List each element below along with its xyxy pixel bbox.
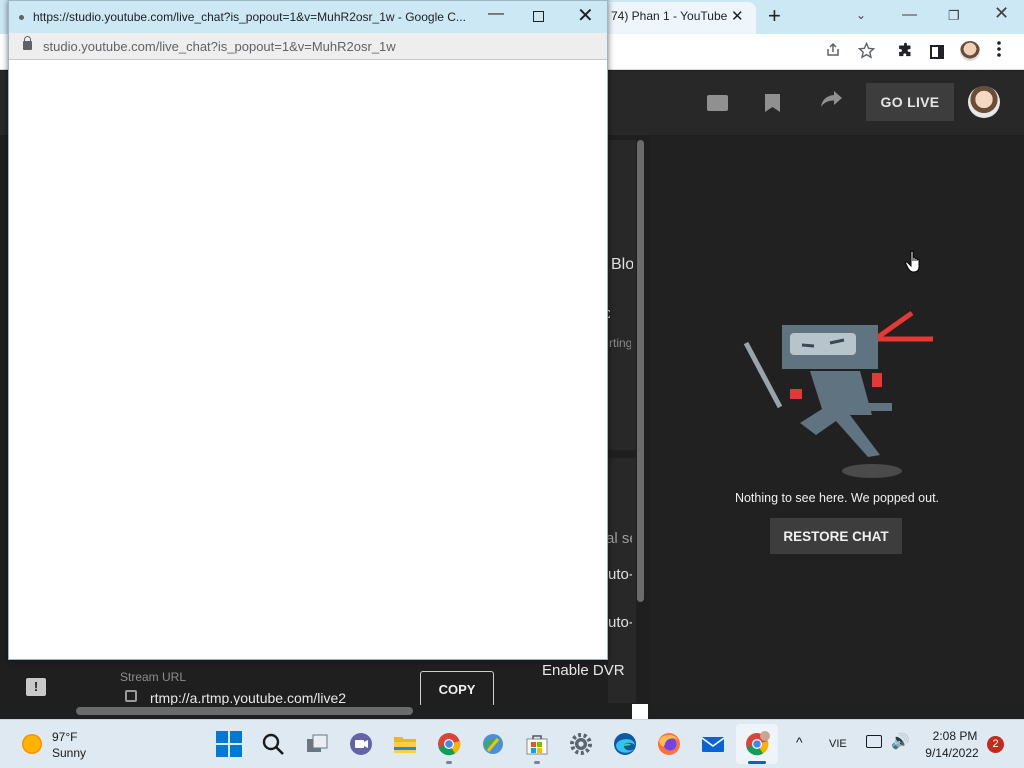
window-minimize-icon[interactable]: —: [902, 6, 917, 23]
microsoft-store-icon[interactable]: [524, 731, 550, 757]
task-view-icon[interactable]: [304, 731, 330, 757]
share-arrow-icon[interactable]: [820, 88, 844, 116]
settings-gear-icon[interactable]: [568, 731, 594, 757]
mail-icon[interactable]: [700, 731, 726, 757]
clipped-text: Blo: [611, 256, 633, 273]
restore-chat-button[interactable]: RESTORE CHAT: [770, 518, 902, 554]
new-tab-icon[interactable]: +: [768, 3, 781, 29]
popup-minimize-icon[interactable]: —: [488, 5, 504, 23]
share-page-icon[interactable]: [825, 42, 841, 63]
running-indicator: [446, 761, 452, 764]
input-language[interactable]: VIE: [829, 738, 847, 750]
background-tab-close-icon[interactable]: ✕: [731, 7, 744, 25]
window-close-icon[interactable]: ✕: [994, 3, 1009, 24]
browser-menu-icon[interactable]: [996, 40, 1002, 63]
feedback-icon[interactable]: !: [26, 678, 46, 696]
notification-badge[interactable]: 2: [987, 736, 1004, 753]
search-icon[interactable]: [260, 731, 286, 757]
horizontal-scrollbar[interactable]: [76, 707, 413, 715]
vertical-scrollbar[interactable]: [637, 140, 644, 602]
studio-card-upper: [608, 140, 636, 450]
popup-chat-window: https://studio.youtube.com/live_chat?is_…: [8, 0, 608, 660]
chrome-profile-icon[interactable]: [744, 731, 770, 757]
clipped-text: rting: [609, 336, 631, 350]
stream-url-value: rtmp://a.rtmp.youtube.com/live2: [150, 692, 347, 705]
scroll-corner: [632, 704, 648, 719]
bookmark-star-icon[interactable]: [857, 41, 876, 64]
ninja-illustration: [743, 310, 933, 478]
clipped-text: uto-: [608, 566, 632, 583]
background-tab-title[interactable]: 74) Phan 1 - YouTube: [611, 9, 727, 23]
copy-button[interactable]: COPY: [420, 671, 494, 707]
edge-icon[interactable]: [612, 731, 638, 757]
profile-avatar[interactable]: [960, 41, 980, 61]
clock-time[interactable]: 2:08 PM: [926, 729, 984, 743]
weather-description[interactable]: Sunny: [52, 746, 86, 760]
network-icon[interactable]: [866, 735, 882, 748]
chrome-icon[interactable]: [436, 731, 462, 757]
window-restore-icon[interactable]: ❐: [948, 8, 960, 24]
internet-download-manager-icon[interactable]: [480, 731, 506, 757]
clapperboard-icon[interactable]: [707, 95, 728, 111]
clock-date[interactable]: 9/14/2022: [920, 746, 984, 760]
tray-overflow-chevron-icon[interactable]: ^: [796, 734, 803, 750]
popup-title: https://studio.youtube.com/live_chat?is_…: [33, 10, 466, 24]
chat-popped-out-message: Nothing to see here. We popped out.: [734, 491, 940, 505]
popup-blank-content: [9, 60, 607, 659]
side-panel-icon[interactable]: [930, 45, 944, 59]
go-live-button[interactable]: GO LIVE: [866, 83, 954, 121]
popup-maximize-icon[interactable]: [533, 11, 544, 22]
sun-weather-icon[interactable]: [22, 734, 42, 754]
stream-url-label: Stream URL: [120, 670, 187, 684]
tab-search-icon[interactable]: ⌄: [856, 8, 866, 22]
lock-icon: [125, 690, 137, 702]
firefox-icon[interactable]: [656, 731, 682, 757]
popup-close-icon[interactable]: ✕: [577, 3, 594, 28]
clipped-text: al se: [606, 530, 632, 547]
teams-chat-icon[interactable]: [348, 731, 374, 757]
windows-start-icon[interactable]: [216, 731, 242, 757]
file-explorer-icon[interactable]: [392, 731, 418, 757]
channel-avatar[interactable]: [968, 86, 1000, 118]
popup-url: studio.youtube.com/live_chat?is_popout=1…: [43, 39, 396, 54]
popup-favicon-icon: [19, 15, 24, 20]
extensions-puzzle-icon[interactable]: [897, 42, 914, 64]
clipped-text: uto-: [608, 614, 632, 631]
running-indicator: [534, 761, 540, 764]
active-indicator: [748, 761, 766, 764]
volume-icon[interactable]: 🔊: [891, 732, 910, 750]
popup-lock-icon[interactable]: [23, 36, 32, 50]
hand-cursor-icon: [905, 250, 920, 273]
enable-dvr-label[interactable]: Enable DVR: [542, 662, 625, 679]
weather-temperature[interactable]: 97°F: [52, 730, 77, 744]
